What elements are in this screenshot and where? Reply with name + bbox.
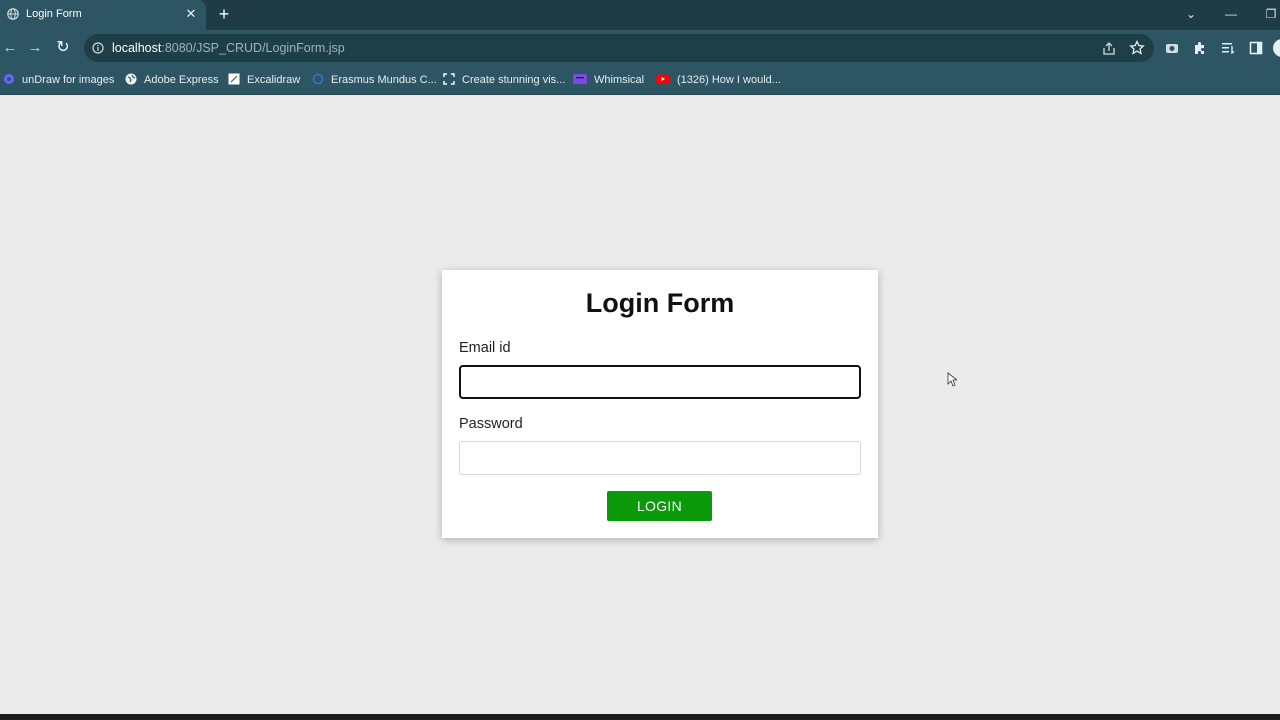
bookmark-label: Create stunning vis... (462, 74, 566, 86)
page-title: Login Form (585, 288, 735, 318)
youtube-icon (656, 74, 670, 84)
share-icon[interactable] (1101, 41, 1117, 57)
mouse-cursor-icon (947, 372, 957, 387)
password-field[interactable] (459, 441, 861, 475)
star-icon[interactable] (1129, 40, 1145, 56)
bookmark-adobe-express[interactable]: Adobe Express (125, 72, 219, 88)
tab-search-icon[interactable]: ⌄ (1182, 5, 1200, 23)
extensions-icon[interactable] (1192, 40, 1208, 56)
back-icon[interactable]: ← (0, 38, 20, 58)
url-path: :8080/JSP_CRUD/LoginForm.jsp (161, 41, 345, 55)
bookmark-undraw[interactable]: unDraw for images (3, 72, 114, 88)
password-label: Password (459, 416, 523, 432)
bookmark-erasmus[interactable]: Erasmus Mundus C... (312, 72, 437, 88)
info-icon[interactable] (92, 42, 104, 54)
tab-close-icon[interactable]: ✕ (183, 5, 199, 23)
reload-icon[interactable]: ↻ (53, 38, 73, 58)
tab-strip: Login Form ✕ + ⌄ — ❐ (0, 0, 1280, 30)
url-text: localhost:8080/JSP_CRUD/LoginForm.jsp (112, 41, 345, 55)
login-button[interactable]: LOGIN (607, 491, 712, 521)
url-host: localhost (112, 41, 162, 55)
bookmark-label: Adobe Express (144, 74, 219, 86)
bookmark-label: Whimsical (594, 74, 645, 86)
bookmark-label: Erasmus Mundus C... (331, 74, 437, 86)
new-tab-button[interactable]: + (215, 4, 233, 24)
bookmark-label: (1326) How I would... (677, 74, 781, 86)
erasmus-icon (312, 73, 324, 85)
email-field[interactable] (459, 365, 861, 399)
whimsical-icon (573, 74, 587, 84)
bookmark-excalidraw[interactable]: Excalidraw (228, 72, 300, 88)
active-tab[interactable]: Login Form ✕ (0, 0, 206, 30)
taskbar-edge (0, 714, 1280, 720)
browser-toolbar: ← → ↻ localhost:8080/JSP_CRUD/LoginForm.… (0, 30, 1280, 66)
forward-icon[interactable]: → (25, 38, 45, 58)
excalidraw-icon (228, 73, 240, 85)
page-viewport: Login Form Email id Password LOGIN (0, 95, 1280, 714)
bookmarks-bar: unDraw for images Adobe Express Excalidr… (0, 66, 1280, 95)
reading-list-icon[interactable] (1220, 40, 1236, 56)
restore-icon[interactable]: ❐ (1262, 5, 1280, 23)
canva-icon (443, 73, 455, 85)
minimize-icon[interactable]: — (1222, 5, 1240, 23)
bookmark-label: Excalidraw (247, 74, 301, 86)
bookmark-label: unDraw for images (22, 74, 115, 86)
bookmark-whimsical[interactable]: Whimsical (573, 72, 644, 88)
address-bar[interactable]: localhost:8080/JSP_CRUD/LoginForm.jsp (84, 34, 1154, 62)
globe-icon (7, 8, 19, 20)
globe-icon (125, 73, 137, 85)
bookmark-canva[interactable]: Create stunning vis... (443, 72, 565, 88)
bookmark-youtube[interactable]: (1326) How I would... (656, 72, 781, 88)
login-form: Login Form Email id Password LOGIN (442, 270, 878, 538)
profile-icon[interactable] (1272, 38, 1280, 58)
undraw-icon (4, 74, 14, 84)
tab-title: Login Form (26, 8, 82, 20)
camera-icon[interactable] (1164, 40, 1180, 56)
email-label: Email id (459, 340, 511, 356)
side-panel-icon[interactable] (1248, 40, 1264, 56)
